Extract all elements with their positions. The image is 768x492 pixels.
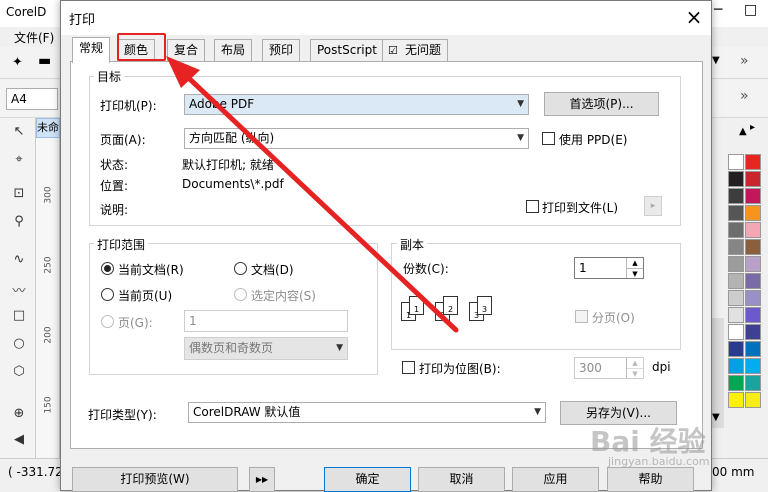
watermark-brand: Bai 经验 <box>590 425 706 458</box>
annotation-arrow <box>166 56 459 333</box>
arrow-shaft <box>175 65 459 333</box>
watermark-url: jingyan.baidu.com <box>608 455 710 468</box>
